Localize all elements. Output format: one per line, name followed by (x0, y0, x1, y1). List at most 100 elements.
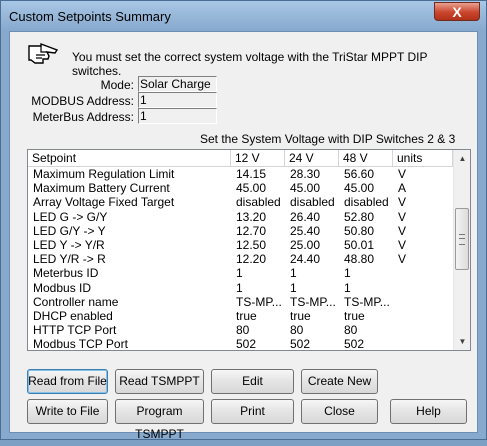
cell-setpoint: Modbus TCP Port (33, 337, 128, 351)
window-close-button[interactable]: X (434, 2, 480, 21)
table-row[interactable]: Maximum Battery Current 45.00 45.00 45.00 A (28, 181, 453, 195)
cell-setpoint: Maximum Battery Current (33, 181, 170, 196)
cell-units (393, 323, 453, 337)
cell-12v: 13.20 (236, 209, 267, 224)
cell-12v: TS-MP... (236, 294, 282, 309)
cell-units: V (398, 167, 407, 181)
cell-24v: 1 (290, 280, 297, 295)
modbus-address-label: MODBUS Address: (31, 94, 134, 108)
window-title: Custom Setpoints Summary (9, 9, 171, 24)
cell-units (393, 281, 453, 295)
column-header-24v[interactable]: 24 V (285, 150, 339, 167)
table-row[interactable]: Maximum Regulation Limit 14.15 28.30 56.60 V (28, 167, 453, 181)
cell-12v: 1 (236, 266, 243, 281)
print-button[interactable]: Print (211, 399, 294, 424)
cell-24v: 25.40 (290, 223, 321, 238)
write-to-file-button[interactable]: Write to File (27, 399, 108, 424)
cell-units: V (398, 195, 407, 210)
table-row[interactable]: Meterbus ID 1 1 1 (28, 266, 453, 280)
cell-setpoint: Modbus ID (33, 280, 92, 295)
cell-units: A (398, 181, 407, 196)
cell-12v: disabled (236, 195, 281, 210)
cell-48v: 1 (344, 280, 351, 295)
table-row[interactable]: HTTP TCP Port 80 80 80 (28, 323, 453, 337)
cell-48v: 52.80 (344, 209, 375, 224)
table-row[interactable]: LED Y/R -> R 12.20 24.40 48.80 V (28, 252, 453, 266)
mode-field: Solar Charge (138, 76, 217, 92)
cell-setpoint: Array Voltage Fixed Target (33, 195, 175, 210)
cell-units (393, 266, 453, 280)
scroll-down-arrow-icon[interactable]: ▼ (454, 333, 470, 350)
dialog-body: You must set the correct system voltage … (9, 31, 478, 441)
table-row[interactable]: Controller name TS-MP... TS-MP... TS-MP... (28, 295, 453, 309)
table-row[interactable]: LED Y -> Y/R 12.50 25.00 50.01 V (28, 238, 453, 252)
cell-12v: 12.70 (236, 223, 267, 238)
read-tsmppt-button[interactable]: Read TSMPPT (115, 369, 204, 394)
cell-setpoint: LED G/Y -> Y (33, 223, 106, 238)
cell-48v: disabled (344, 195, 389, 210)
table-scrollbar[interactable]: ▲ ▼ (453, 150, 470, 350)
scroll-thumb[interactable] (455, 208, 469, 270)
cell-12v: true (236, 308, 257, 323)
voltage-warning-message: You must set the correct system voltage … (72, 50, 428, 78)
dip-switch-caption: Set the System Voltage with DIP Switches… (200, 132, 456, 146)
table-row[interactable]: Modbus ID 1 1 1 (28, 281, 453, 295)
mode-label: Mode: (100, 78, 134, 92)
cell-24v: 1 (290, 266, 297, 281)
table-row[interactable]: DHCP enabled true true true (28, 309, 453, 323)
cell-48v: 48.80 (344, 252, 375, 267)
cell-setpoint: Controller name (33, 294, 119, 309)
column-header-12v[interactable]: 12 V (231, 150, 285, 167)
cell-setpoint: LED Y/R -> R (33, 252, 106, 267)
title-bar[interactable]: Custom Setpoints Summary X (1, 1, 486, 31)
program-tsmppt-button[interactable]: Program TSMPPT (115, 399, 204, 441)
column-header-setpoint[interactable]: Setpoint (28, 150, 231, 167)
cell-units: V (398, 237, 407, 252)
cell-48v: TS-MP... (344, 294, 390, 309)
cell-units (393, 309, 453, 323)
cell-12v: 45.00 (236, 181, 267, 196)
edit-button[interactable]: Edit (211, 369, 294, 394)
cell-units: V (398, 209, 407, 224)
cell-48v: 45.00 (344, 181, 375, 196)
cell-setpoint: LED Y -> Y/R (33, 237, 105, 252)
cell-units (393, 295, 453, 309)
cell-24v: 502 (290, 337, 311, 351)
cell-48v: 50.01 (344, 237, 375, 252)
table-row[interactable]: LED G -> G/Y 13.20 26.40 52.80 V (28, 210, 453, 224)
cell-units: V (398, 223, 407, 238)
table-row[interactable]: LED G/Y -> Y 12.70 25.40 50.80 V (28, 224, 453, 238)
cell-setpoint: HTTP TCP Port (33, 323, 117, 338)
cell-setpoint: Maximum Regulation Limit (33, 167, 175, 181)
cell-24v: TS-MP... (290, 294, 336, 309)
grip-icon (459, 234, 465, 245)
cell-setpoint: DHCP enabled (33, 308, 113, 323)
pointing-hand-icon (28, 42, 59, 64)
table-header: Setpoint 12 V 24 V 48 V units (28, 150, 453, 167)
create-new-button[interactable]: Create New (301, 369, 378, 394)
meterbus-address-field: 1 (138, 108, 217, 124)
table-row[interactable]: Array Voltage Fixed Target disabled disabl… (28, 195, 453, 209)
scroll-up-arrow-icon[interactable]: ▲ (454, 150, 470, 167)
read-from-file-button[interactable]: Read from File (27, 369, 108, 394)
cell-48v: 502 (344, 337, 365, 351)
cell-12v: 12.50 (236, 237, 267, 252)
table-row[interactable]: Modbus TCP Port 502 502 502 (28, 337, 453, 351)
setpoints-table[interactable]: Setpoint 12 V 24 V 48 V units Maximum Re… (27, 149, 471, 351)
cell-24v: 80 (290, 323, 304, 338)
setpoints-window: Custom Setpoints Summary X You must set … (0, 0, 487, 441)
cell-units (393, 337, 453, 350)
cell-24v: 24.40 (290, 252, 321, 267)
column-header-units[interactable]: units (393, 150, 453, 167)
cell-12v: 14.15 (236, 167, 267, 181)
cell-24v: 26.40 (290, 209, 321, 224)
close-button[interactable]: Close (301, 399, 378, 424)
help-button[interactable]: Help (390, 399, 467, 424)
column-header-48v[interactable]: 48 V (339, 150, 393, 167)
cell-setpoint: Meterbus ID (33, 266, 99, 281)
cell-12v: 80 (236, 323, 250, 338)
cell-24v: 25.00 (290, 237, 321, 252)
cell-48v: true (344, 308, 365, 323)
cell-12v: 12.20 (236, 252, 267, 267)
table-rows: Maximum Regulation Limit 14.15 28.30 56.60 V… (28, 167, 453, 351)
